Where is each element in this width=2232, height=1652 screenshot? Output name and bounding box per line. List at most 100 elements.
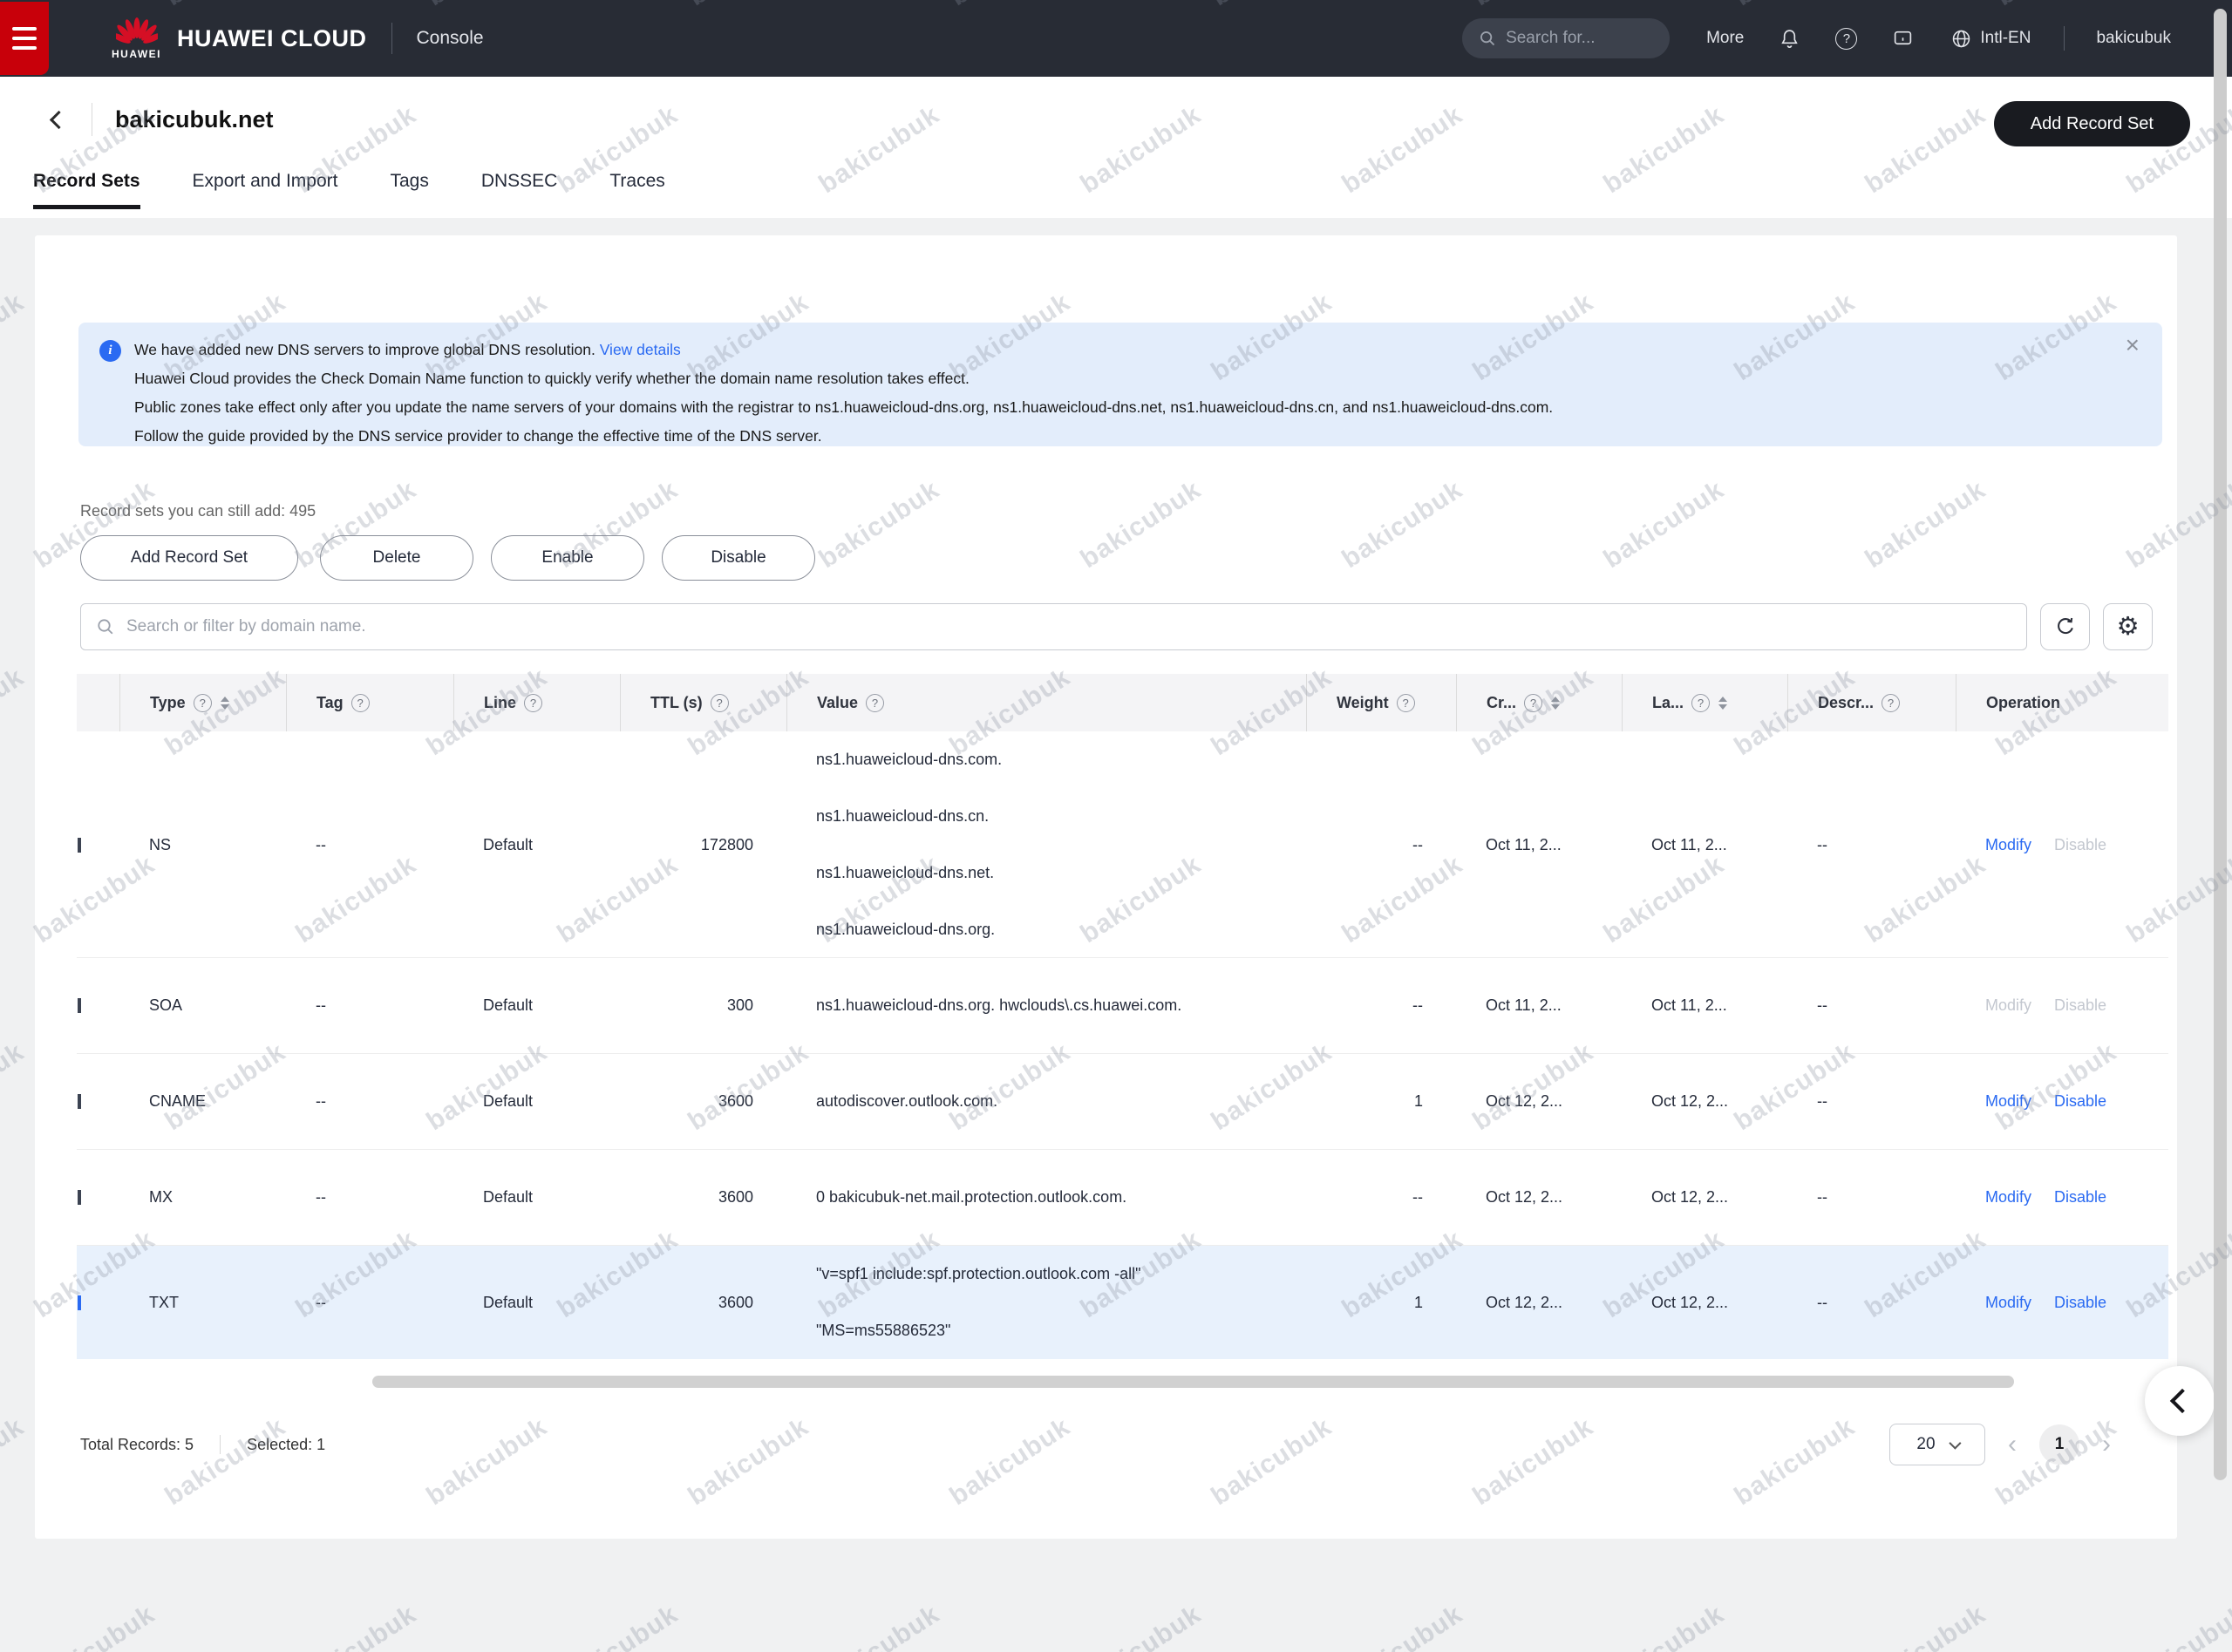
row-checkbox-partial[interactable] (78, 1190, 81, 1205)
locale-switcher[interactable]: Intl-EN (1950, 28, 2031, 50)
table-row-soa: SOA--Default300ns1.huaweicloud-dns.org. … (77, 958, 2168, 1054)
cell-weight: -- (1306, 731, 1456, 958)
page-number[interactable]: 1 (2039, 1424, 2079, 1465)
global-search[interactable]: Search for... (1462, 18, 1670, 58)
next-page-button[interactable]: › (2102, 1431, 2111, 1458)
sort-icon[interactable] (1718, 697, 1727, 710)
notifications-bell-icon[interactable] (1779, 28, 1800, 50)
modify-link[interactable]: Modify (1985, 1092, 2031, 1111)
chevron-left-icon (2170, 1389, 2195, 1413)
add-record-set-button[interactable]: Add Record Set (80, 535, 298, 581)
help-icon[interactable] (866, 694, 884, 712)
total-records: Total Records: 5 (80, 1436, 194, 1454)
previous-page-button[interactable]: ‹ (2008, 1431, 2017, 1458)
cell-created: Oct 11, 2... (1456, 958, 1622, 1053)
cell-value: ns1.huaweicloud-dns.com.ns1.huaweicloud-… (786, 731, 1306, 958)
huawei-flower-icon (116, 17, 158, 47)
tab-record-sets[interactable]: Record Sets (33, 171, 140, 209)
refresh-button[interactable] (2040, 603, 2090, 650)
watermark-text: bakicubuk (1075, 1600, 1207, 1652)
enable-button[interactable]: Enable (491, 535, 644, 581)
tab-export-and-import[interactable]: Export and Import (193, 171, 338, 209)
watermark-text: bakicubuk (813, 1600, 945, 1652)
cell-description: -- (1787, 1054, 1956, 1149)
cell-updated: Oct 11, 2... (1622, 731, 1787, 958)
header-cell-value: Value (786, 674, 1306, 731)
console-link[interactable]: Console (417, 28, 484, 49)
delete-button[interactable]: Delete (320, 535, 473, 581)
header-cell-line: Line (453, 674, 620, 731)
cell-value: ns1.huaweicloud-dns.org. hwclouds\.cs.hu… (786, 958, 1306, 1053)
cell-description: -- (1787, 731, 1956, 958)
table-body: NS--Default172800ns1.huaweicloud-dns.com… (77, 731, 2168, 1359)
page-title: bakicubuk.net (115, 106, 274, 133)
watermark-text: bakicubuk (0, 1412, 30, 1512)
modify-link[interactable]: Modify (1985, 1294, 2031, 1312)
search-input[interactable] (126, 617, 2012, 636)
nav-divider (2064, 26, 2065, 51)
banner-text: We have added new DNS servers to improve… (134, 341, 595, 358)
sort-icon[interactable] (221, 697, 229, 710)
help-icon[interactable]: ? (1835, 28, 1857, 50)
view-details-link[interactable]: View details (600, 341, 681, 358)
help-icon[interactable] (194, 694, 212, 712)
row-checkbox-partial[interactable] (78, 1094, 81, 1109)
help-icon[interactable] (1524, 694, 1542, 712)
cell-description: -- (1787, 958, 1956, 1053)
watermark-text: bakicubuk (0, 288, 30, 387)
help-icon[interactable] (711, 694, 729, 712)
column-label: Descr... (1818, 694, 1874, 712)
help-icon[interactable] (1397, 694, 1415, 712)
cell-operation: Modify Disable (1956, 1054, 2168, 1149)
more-menu[interactable]: More (1706, 29, 1744, 48)
page-size-select[interactable]: 20 (1889, 1424, 1985, 1465)
vertical-scrollbar[interactable] (2214, 9, 2227, 1480)
settings-button[interactable]: ⚙ (2103, 603, 2153, 650)
header-cell-la[interactable]: La... (1622, 674, 1787, 731)
header-cell-type[interactable]: Type (119, 674, 286, 731)
help-icon[interactable] (1882, 694, 1900, 712)
modify-link[interactable]: Modify (1985, 836, 2031, 854)
header-cell-weight: Weight (1306, 674, 1456, 731)
account-menu[interactable]: bakicubuk (2096, 29, 2171, 48)
collapse-panel-button[interactable] (2145, 1366, 2215, 1436)
disable-link[interactable]: Disable (2054, 1092, 2106, 1111)
value-line: ns1.huaweicloud-dns.org. (816, 901, 995, 958)
header-cell-cr[interactable]: Cr... (1456, 674, 1622, 731)
tab-dnssec[interactable]: DNSSEC (481, 171, 558, 209)
cell-value: 0 bakicubuk-net.mail.protection.outlook.… (786, 1150, 1306, 1245)
cell-created: Oct 12, 2... (1456, 1246, 1622, 1359)
modify-link[interactable]: Modify (1985, 1188, 2031, 1207)
value-line: ns1.huaweicloud-dns.org. hwclouds\.cs.hu… (816, 977, 1181, 1034)
table-header: TypeTagLineTTL (s)ValueWeightCr...La...D… (77, 674, 2168, 731)
cell-type: SOA (119, 958, 286, 1053)
row-checkbox-partial[interactable] (78, 998, 81, 1013)
feedback-icon[interactable] (1892, 28, 1914, 50)
horizontal-scrollbar[interactable] (372, 1376, 2014, 1388)
close-icon[interactable]: × (2126, 333, 2140, 357)
help-icon[interactable] (524, 694, 542, 712)
disable-link[interactable]: Disable (2054, 1188, 2106, 1207)
cell-ttl: 3600 (620, 1246, 786, 1359)
tab-traces[interactable]: Traces (609, 171, 664, 209)
cell-tag: -- (286, 731, 453, 958)
row-checkbox-partial[interactable] (78, 838, 81, 853)
cell-line: Default (453, 1054, 620, 1149)
nav-divider (391, 23, 392, 54)
disable-button[interactable]: Disable (662, 535, 815, 581)
back-button[interactable] (50, 110, 68, 128)
cell-tag: -- (286, 1054, 453, 1149)
header-cell-checkbox (77, 674, 119, 731)
sort-icon[interactable] (1551, 697, 1560, 710)
disable-link[interactable]: Disable (2054, 1294, 2106, 1312)
hamburger-menu-button[interactable] (0, 2, 49, 75)
cell-checkbox (77, 1246, 119, 1359)
help-icon[interactable] (351, 694, 370, 712)
tab-tags[interactable]: Tags (390, 171, 428, 209)
cell-line: Default (453, 1246, 620, 1359)
search-icon (1478, 29, 1497, 48)
help-icon[interactable] (1691, 694, 1710, 712)
row-checkbox-partial[interactable] (78, 1295, 81, 1310)
banner-line-2: Huawei Cloud provides the Check Domain N… (134, 364, 2138, 393)
add-record-set-button-primary[interactable]: Add Record Set (1994, 101, 2190, 146)
